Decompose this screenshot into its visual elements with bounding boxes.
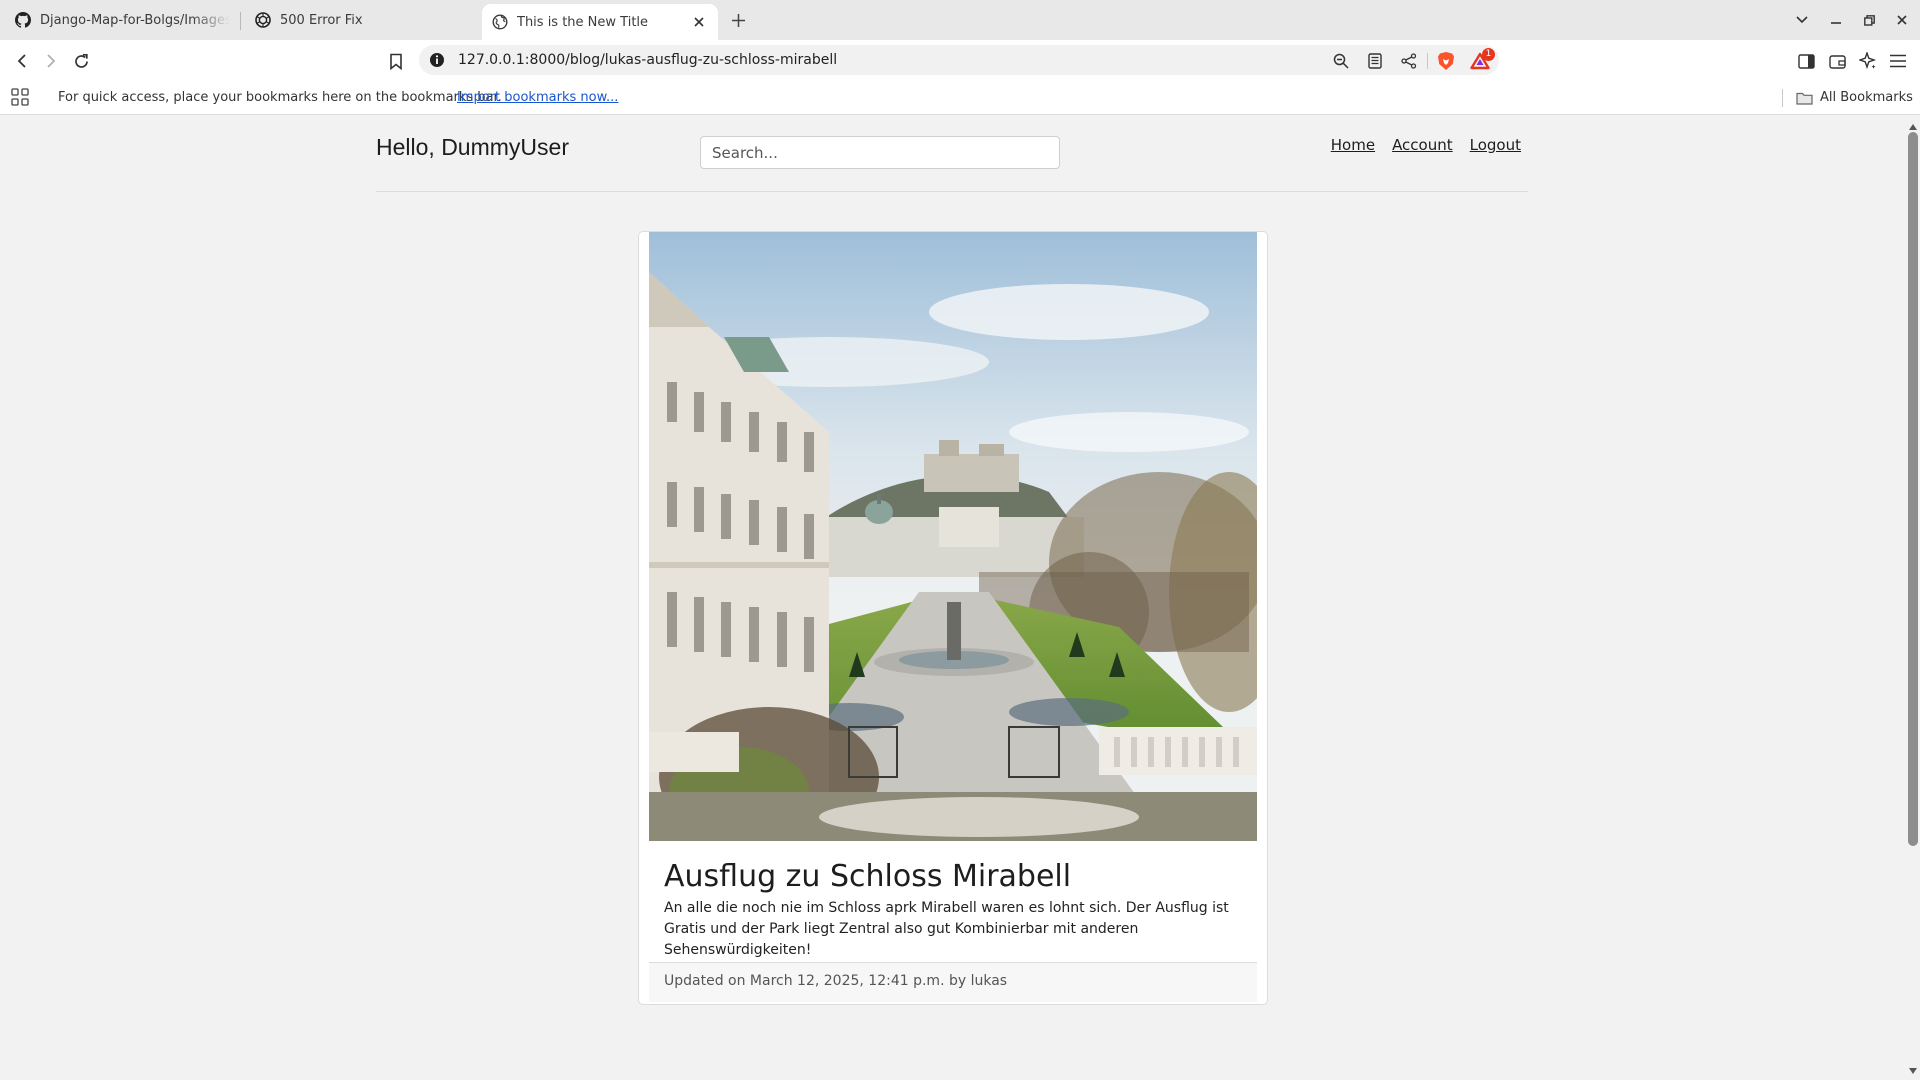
tab-django-map[interactable]: Django-Map-for-Bolgs/Images a — [5, 4, 240, 36]
nav-link-home[interactable]: Home — [1331, 136, 1375, 154]
nav-link-account[interactable]: Account — [1392, 136, 1453, 154]
brave-shields-icon[interactable] — [1436, 51, 1456, 71]
post-image — [649, 232, 1257, 841]
arrow-left-icon — [17, 54, 26, 68]
reload-icon — [74, 53, 88, 68]
post-meta: Updated on March 12, 2025, 12:41 p.m. by… — [664, 973, 1008, 989]
tab-500-error-fix[interactable]: 500 Error Fix — [245, 4, 480, 36]
wallet-icon — [1828, 54, 1846, 69]
new-tab-button[interactable] — [726, 8, 750, 32]
post-title: Ausflug zu Schloss Mirabell — [664, 859, 1072, 894]
folder-icon — [1796, 92, 1813, 105]
minimize-icon — [1831, 22, 1841, 24]
notification-badge: 1 — [1482, 48, 1495, 61]
restore-icon — [1863, 14, 1875, 26]
plus-icon — [731, 13, 745, 27]
search-input[interactable] — [700, 136, 1060, 169]
wallet-button[interactable] — [1826, 50, 1848, 72]
back-button[interactable] — [9, 48, 35, 74]
import-bookmarks-link[interactable]: Import bookmarks now... — [457, 80, 618, 115]
close-icon — [1897, 15, 1907, 25]
main-menu-button[interactable] — [1887, 50, 1909, 72]
omnibox-divider — [1427, 53, 1428, 69]
sparkle-icon — [1859, 52, 1877, 70]
restore-button[interactable] — [1857, 8, 1881, 32]
nav-link-logout[interactable]: Logout — [1470, 136, 1521, 154]
tab-new-title[interactable]: This is the New Title — [482, 4, 718, 40]
sidebar-toggle-button[interactable] — [1795, 50, 1817, 72]
sidebar-icon — [1797, 53, 1815, 69]
share-icon[interactable] — [1399, 51, 1419, 71]
web-page: Hello, DummyUser Home Account Logout — [0, 116, 1906, 1078]
all-bookmarks-button[interactable]: All Bookmarks — [1796, 80, 1913, 115]
site-nav: Home Account Logout — [1331, 136, 1521, 154]
reload-button[interactable] — [68, 48, 94, 74]
tab-search-button[interactable] — [1790, 8, 1814, 32]
close-tab-icon[interactable] — [690, 13, 708, 31]
globe-icon — [492, 14, 508, 30]
post-body: An alle die noch nie im Schloss aprk Mir… — [664, 900, 1229, 958]
forward-button[interactable] — [38, 48, 64, 74]
browser-toolbar: 127.0.0.1:8000/blog/lukas-ausflug-zu-sch… — [0, 40, 1920, 80]
greeting-heading: Hello, DummyUser — [376, 134, 569, 160]
close-window-button[interactable] — [1890, 8, 1914, 32]
arrow-right-icon — [47, 54, 56, 68]
hamburger-menu-icon — [1890, 54, 1906, 68]
scrollbar-thumb[interactable] — [1908, 132, 1918, 846]
chevron-down-icon — [1796, 16, 1808, 24]
tab-title: 500 Error Fix — [280, 12, 363, 28]
brave-rewards-icon[interactable]: 1 — [1470, 48, 1495, 71]
post-footer: Updated on March 12, 2025, 12:41 p.m. by… — [649, 962, 1257, 1002]
scroll-down-arrow-icon[interactable] — [1906, 1064, 1920, 1078]
bookmarks-bar: For quick access, place your bookmarks h… — [0, 80, 1920, 115]
tab-divider — [240, 12, 241, 30]
tab-title: Django-Map-for-Bolgs/Images a — [40, 12, 230, 28]
bookmarks-bar-message: For quick access, place your bookmarks h… — [58, 90, 502, 105]
all-bookmarks-label: All Bookmarks — [1820, 90, 1913, 105]
address-bar[interactable]: 127.0.0.1:8000/blog/lukas-ausflug-zu-sch… — [419, 45, 1499, 75]
bookmark-icon — [390, 53, 402, 70]
apps-grid-icon[interactable] — [11, 88, 29, 106]
header-divider — [376, 191, 1528, 192]
bookmarks-divider — [1782, 89, 1783, 107]
leo-ai-button[interactable] — [1857, 50, 1879, 72]
github-icon — [15, 12, 31, 28]
tab-title: This is the New Title — [517, 14, 649, 30]
blog-post-card: Ausflug zu Schloss Mirabell An alle die … — [638, 231, 1268, 1005]
bookmark-button[interactable] — [383, 48, 409, 74]
zoom-icon[interactable] — [1331, 51, 1351, 71]
openai-icon — [255, 12, 271, 28]
tab-strip: Django-Map-for-Bolgs/Images a 500 Error … — [0, 0, 1920, 40]
site-info-icon[interactable] — [429, 52, 445, 68]
minimize-button[interactable] — [1824, 8, 1848, 32]
reader-mode-icon[interactable] — [1365, 51, 1385, 71]
url-text[interactable]: 127.0.0.1:8000/blog/lukas-ausflug-zu-sch… — [458, 45, 837, 75]
